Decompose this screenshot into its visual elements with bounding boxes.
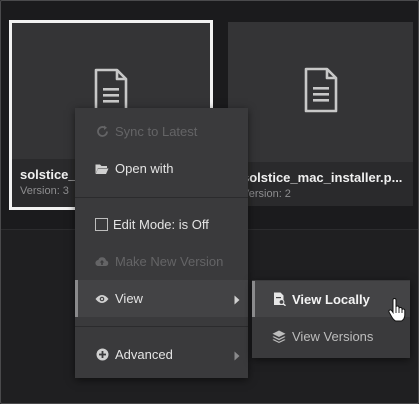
menu-item-view[interactable]: View	[75, 280, 248, 317]
checkbox-icon[interactable]	[95, 218, 108, 231]
chevron-right-icon	[234, 293, 240, 308]
eye-icon	[95, 292, 109, 306]
menu-item-sync-to-latest[interactable]: Sync to Latest	[75, 113, 248, 150]
file-name: solstice_mac_installer.p...	[242, 170, 403, 185]
menu-divider	[75, 197, 248, 198]
menu-item-advanced[interactable]: Advanced	[75, 336, 248, 373]
file-meta: solstice_mac_installer.p... Version: 2	[228, 162, 413, 206]
chevron-right-icon	[234, 349, 240, 364]
document-icon	[303, 67, 339, 118]
submenu-item-view-versions[interactable]: View Versions	[252, 318, 410, 354]
cloud-upload-icon	[95, 255, 109, 269]
hand-cursor-icon	[388, 297, 406, 327]
menu-item-edit-mode[interactable]: Edit Mode: is Off	[75, 206, 248, 243]
file-card[interactable]: solstice_mac_installer.p... Version: 2	[228, 22, 413, 206]
context-menu: Sync to Latest Open with Edit Mode: is O…	[75, 108, 248, 378]
sync-icon	[95, 125, 109, 139]
menu-item-make-new-version[interactable]: Make New Version	[75, 243, 248, 280]
file-thumbnail	[228, 22, 413, 162]
folder-open-icon	[95, 162, 109, 176]
menu-item-open-with[interactable]: Open with	[75, 150, 248, 187]
layers-icon	[272, 329, 286, 343]
submenu-item-view-locally[interactable]: View Locally	[252, 281, 410, 317]
view-submenu: View Locally View Versions	[252, 280, 410, 358]
menu-divider	[75, 326, 248, 327]
plus-circle-icon	[95, 348, 109, 362]
file-view-icon	[272, 292, 286, 306]
file-version: Version: 2	[242, 188, 291, 200]
